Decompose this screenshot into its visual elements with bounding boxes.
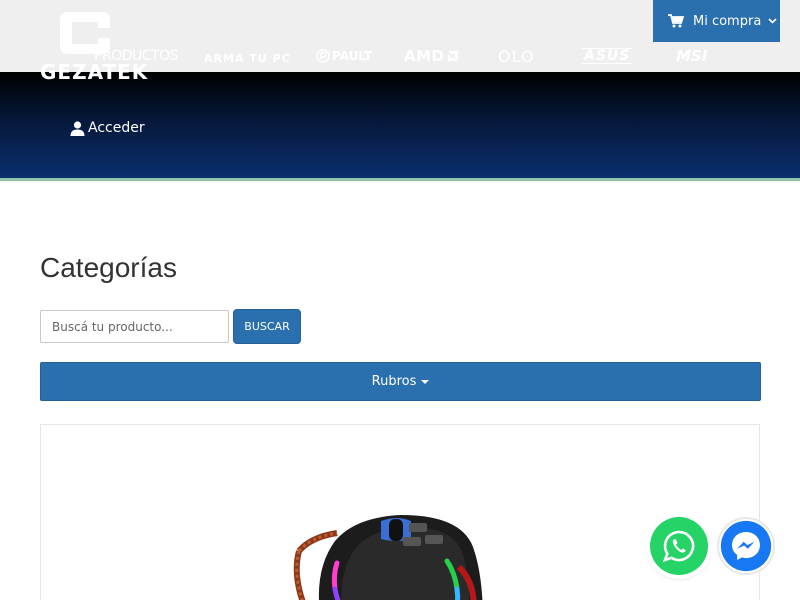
amd-arrow-icon (447, 51, 458, 61)
nav-arma-tu-pc[interactable]: ARMA TU PC (204, 46, 291, 70)
page-title: Categorías (40, 252, 177, 283)
messenger-button[interactable] (717, 517, 775, 575)
nav-amd-label: AMD (404, 47, 445, 65)
nav-pault-label: PAULT (332, 49, 373, 63)
nav-olo[interactable]: OLO (498, 44, 535, 68)
login-label: Acceder (88, 120, 145, 136)
nav-msi[interactable]: MSI (676, 44, 707, 68)
nav-amd[interactable]: AMD (404, 44, 459, 68)
cart-label: Mi compra (693, 13, 762, 29)
nav-pault[interactable]: PAULT (316, 44, 372, 68)
nav-asus[interactable]: ASUS (582, 48, 633, 64)
product-image-gaming-mouse[interactable] (251, 511, 551, 600)
search-input[interactable] (40, 310, 229, 343)
rubros-dropdown-button[interactable]: Rubros (40, 362, 761, 401)
user-icon (70, 120, 85, 136)
site-header: GEZATEK PRODUCTOS ARMA TU PC PAULT AMD O… (0, 0, 800, 180)
cart-icon (668, 14, 684, 28)
cart-button[interactable]: Mi compra (653, 0, 780, 42)
header-divider (0, 178, 800, 181)
nav-productos[interactable]: PRODUCTOS (94, 44, 178, 68)
search-button[interactable]: BUSCAR (233, 309, 301, 344)
rubros-label: Rubros (371, 374, 417, 389)
pault-logo-icon (316, 49, 330, 63)
messenger-icon (720, 520, 772, 572)
caret-down-icon (421, 379, 430, 384)
login-link[interactable]: Acceder (70, 120, 145, 136)
chevron-down-icon (768, 18, 777, 24)
whatsapp-button[interactable] (650, 517, 708, 575)
product-card[interactable] (40, 424, 760, 600)
whatsapp-icon (662, 530, 695, 563)
